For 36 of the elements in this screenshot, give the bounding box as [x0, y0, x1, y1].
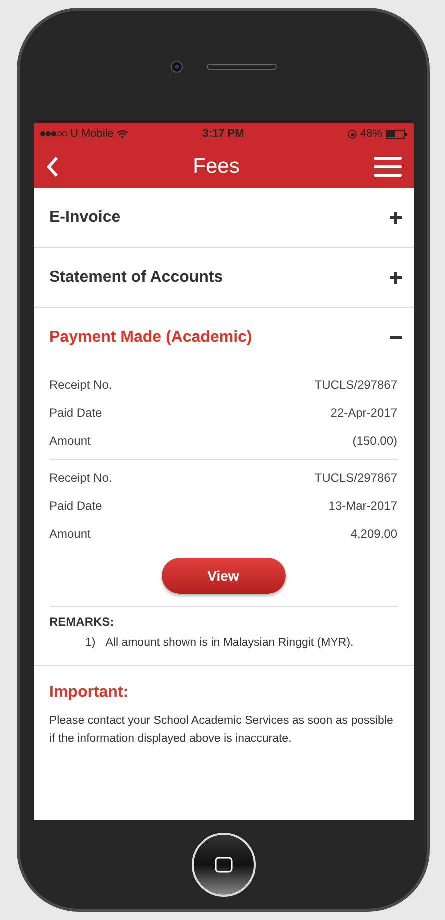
menu-icon[interactable] — [374, 156, 402, 178]
rotation-lock-icon — [348, 130, 358, 138]
field-value: 4,209.00 — [350, 527, 398, 541]
remarks-heading: REMARKS: — [50, 615, 116, 629]
camera-icon — [170, 61, 182, 73]
back-icon[interactable] — [46, 156, 60, 178]
speaker-grille-icon — [206, 64, 276, 70]
carrier-name: U Mobile — [70, 128, 114, 140]
field-label: Amount — [50, 527, 91, 541]
accordion-header[interactable]: E-Invoice — [34, 188, 414, 248]
expand-icon — [390, 212, 402, 224]
status-time: 3:17 PM — [202, 128, 244, 140]
field-label: Amount — [50, 434, 91, 448]
important-heading: Important: — [50, 684, 130, 702]
field-value: 22-Apr-2017 — [330, 406, 398, 420]
view-button[interactable]: View — [162, 558, 286, 594]
square-icon — [214, 856, 232, 872]
remark-number: 1) — [86, 637, 96, 649]
remark-text: All amount shown is in Malaysian Ringgit (MYR). — [106, 637, 354, 649]
field-label: Paid Date — [50, 406, 102, 420]
accordion-header[interactable]: Statement of Accounts — [34, 248, 414, 308]
field-label: Receipt No. — [50, 378, 112, 392]
nav-title: Fees — [193, 154, 240, 178]
signal-icon — [40, 131, 68, 137]
important-text: Please contact your School Academic Services as soon as possible if the information displayed above is inaccurate. — [50, 714, 394, 748]
field-label: Paid Date — [50, 499, 102, 513]
field-value: (150.00) — [352, 434, 398, 448]
field-value: TUCLS/297867 — [314, 378, 398, 392]
field-label: Receipt No. — [50, 471, 112, 485]
battery-percent: 48% — [360, 128, 382, 140]
battery-icon — [386, 130, 408, 138]
field-value: TUCLS/297867 — [314, 471, 398, 485]
field-value: 13-Mar-2017 — [328, 499, 398, 513]
accordion-header[interactable]: Payment Made (Academic) — [34, 308, 414, 367]
wifi-icon — [116, 130, 128, 138]
expand-icon — [390, 272, 402, 284]
